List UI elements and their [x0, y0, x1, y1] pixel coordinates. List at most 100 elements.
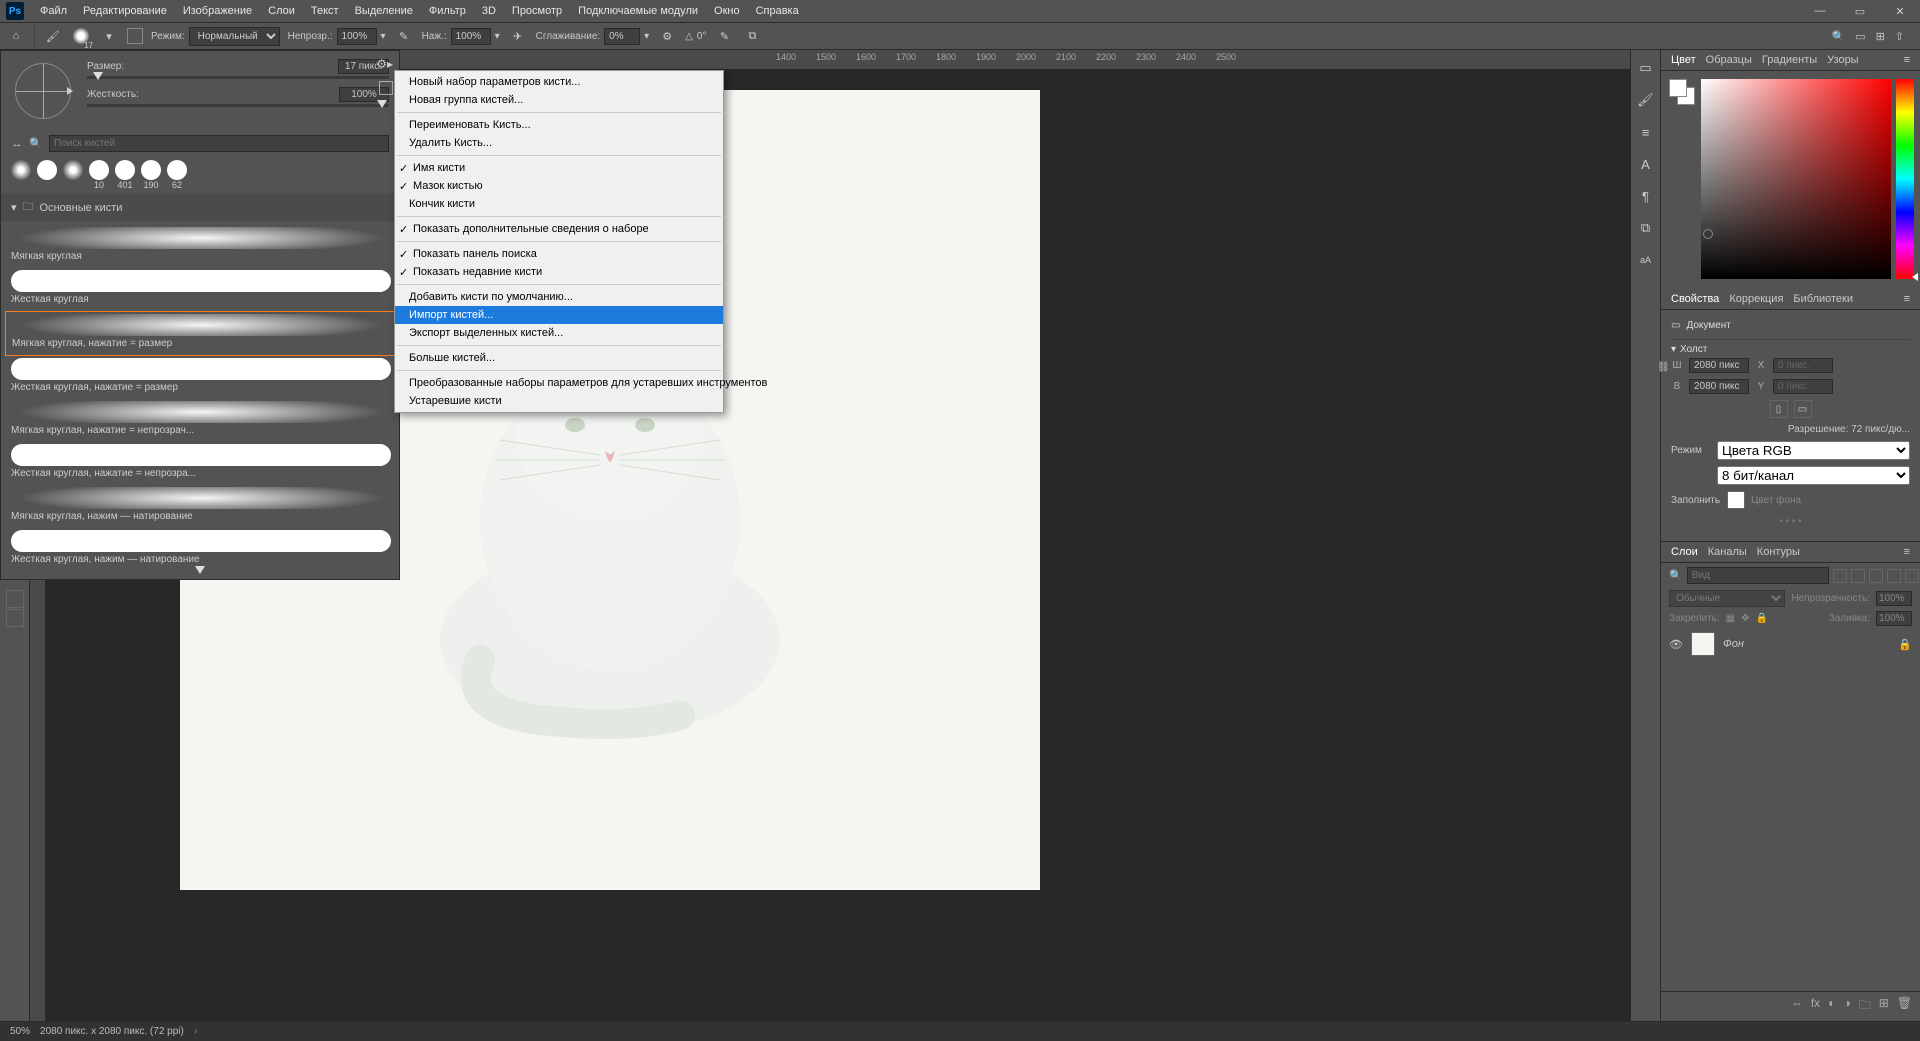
brush-tip[interactable]	[11, 160, 31, 190]
brush-item[interactable]: Мягкая круглая, нажим — натирование	[5, 485, 395, 528]
menu-item[interactable]: Новая группа кистей...	[395, 91, 723, 109]
filter-pixel-icon[interactable]	[1833, 569, 1847, 583]
foreground-color-swatch[interactable]	[1669, 79, 1687, 97]
opacity-input[interactable]	[337, 28, 377, 45]
brush-settings-icon[interactable]: 🖌	[1636, 90, 1656, 110]
brush-tip[interactable]	[63, 160, 83, 190]
brush-tip[interactable]: 401	[115, 160, 135, 190]
adjustment-layer-icon[interactable]: ◑	[1843, 996, 1850, 1017]
share-icon[interactable]: ⇧	[1895, 30, 1904, 43]
menu-image[interactable]: Изображение	[175, 5, 260, 17]
brush-preset-dropdown[interactable]: 17	[71, 26, 91, 46]
menu-view[interactable]: Просмотр	[504, 5, 570, 17]
tab-patterns[interactable]: Узоры	[1827, 54, 1858, 66]
menu-item[interactable]: Показать панель поиска	[395, 245, 723, 263]
brush-size-slider[interactable]	[87, 76, 389, 79]
color-mode-select[interactable]: Цвета RGB	[1717, 441, 1910, 460]
brush-thumbnail-slider[interactable]	[1, 565, 399, 575]
tab-layers[interactable]: Слои	[1671, 546, 1698, 558]
color-field[interactable]	[1701, 79, 1891, 279]
filter-text-icon[interactable]	[1869, 569, 1883, 583]
brush-folder-header[interactable]: ▾ 🗀 Основные кисти	[1, 194, 399, 221]
menu-item[interactable]: Экспорт выделенных кистей...	[395, 324, 723, 342]
tab-color[interactable]: Цвет	[1671, 54, 1696, 66]
menu-plugins[interactable]: Подключаемые модули	[570, 5, 706, 17]
workspace-icon[interactable]: ▭	[1855, 30, 1865, 43]
menu-item[interactable]: Показать недавние кисти	[395, 263, 723, 281]
menu-item[interactable]: Добавить кисти по умолчанию...	[395, 288, 723, 306]
window-maximize-icon[interactable]: ▭	[1840, 0, 1880, 22]
fill-swatch[interactable]	[1727, 491, 1745, 509]
brush-item[interactable]: Жесткая круглая, нажатие = непрозра...	[5, 442, 395, 485]
tab-adjustments[interactable]: Коррекция	[1729, 293, 1783, 305]
menu-item[interactable]: Переименовать Кисть...	[395, 116, 723, 134]
more-props-icon[interactable]: • • • •	[1671, 512, 1910, 531]
menu-edit[interactable]: Редактирование	[75, 5, 175, 17]
filter-adjust-icon[interactable]	[1851, 569, 1865, 583]
tab-paths[interactable]: Контуры	[1757, 546, 1800, 558]
menu-text[interactable]: Текст	[303, 5, 347, 17]
blend-mode-select[interactable]: Обычные	[1669, 590, 1785, 607]
smoothing-dropdown-icon[interactable]: ▾	[644, 31, 649, 42]
home-icon[interactable]: ⌂	[6, 26, 26, 46]
lock-icon[interactable]: 🔒	[1898, 638, 1912, 651]
brush-item[interactable]: Мягкая круглая	[5, 225, 395, 268]
delete-layer-icon[interactable]: 🗑	[1897, 996, 1912, 1017]
layer-thumbnail[interactable]	[1691, 632, 1715, 656]
brush-settings-toggle-icon[interactable]: ▾	[99, 26, 119, 46]
menu-window[interactable]: Окно	[706, 5, 748, 17]
brush-panel-gear-icon[interactable]: ⚙▸	[376, 57, 393, 71]
new-group-icon[interactable]: 🗀	[1859, 996, 1871, 1017]
menu-layers[interactable]: Слои	[260, 5, 303, 17]
pressure-opacity-icon[interactable]: ✎	[394, 26, 414, 46]
menu-item[interactable]: Больше кистей...	[395, 349, 723, 367]
brush-item[interactable]: Мягкая круглая, нажатие = размер	[5, 311, 395, 356]
layer-row[interactable]: 👁 Фон 🔒	[1661, 628, 1920, 660]
document-dims[interactable]: 2080 пикс. x 2080 пикс. (72 ppi)	[40, 1026, 184, 1037]
opacity-dropdown-icon[interactable]: ▾	[381, 31, 386, 42]
window-minimize-icon[interactable]: —	[1800, 0, 1840, 22]
layer-style-icon[interactable]: fx	[1811, 996, 1820, 1017]
panel-menu-icon[interactable]: ≡	[1904, 546, 1910, 558]
bit-depth-select[interactable]: 8 бит/канал	[1717, 466, 1910, 485]
character-icon[interactable]: A	[1636, 154, 1656, 174]
brush-panel-icon[interactable]	[127, 28, 143, 44]
paragraph-icon[interactable]: ¶	[1636, 186, 1656, 206]
brush-item[interactable]: Жесткая круглая	[5, 268, 395, 311]
brush-tip[interactable]: 190	[141, 160, 161, 190]
menu-item[interactable]: Преобразованные наборы параметров для ус…	[395, 374, 723, 392]
brush-hardness-slider[interactable]	[87, 104, 389, 107]
flow-dropdown-icon[interactable]: ▾	[495, 31, 500, 42]
link-layers-icon[interactable]: ⇔	[1791, 996, 1803, 1017]
angle-value[interactable]: 0°	[697, 31, 707, 42]
window-close-icon[interactable]: ✕	[1880, 0, 1920, 22]
layer-filter-input[interactable]	[1687, 567, 1829, 584]
menu-item[interactable]: Показать дополнительные сведения о набор…	[395, 220, 723, 238]
menu-item[interactable]: Имя кисти	[395, 159, 723, 177]
hue-slider[interactable]	[1896, 79, 1914, 279]
menu-item[interactable]: Мазок кистью	[395, 177, 723, 195]
menu-3d[interactable]: 3D	[474, 5, 504, 17]
width-value[interactable]: 2080 пикс	[1689, 358, 1749, 373]
brush-tool-icon[interactable]: 🖌	[43, 26, 63, 46]
menu-item[interactable]: Импорт кистей...	[395, 306, 723, 324]
search-icon[interactable]: 🔍	[1831, 30, 1845, 43]
mode-select[interactable]: Нормальный	[189, 27, 280, 46]
flow-input[interactable]	[451, 28, 491, 45]
layer-opacity-input[interactable]	[1876, 591, 1912, 606]
layer-name[interactable]: Фон	[1723, 638, 1744, 650]
new-layer-icon[interactable]: ⊞	[1879, 996, 1889, 1017]
brush-tip[interactable]: 10	[89, 160, 109, 190]
arrange-icon[interactable]: ⊞	[1876, 30, 1885, 43]
link-wh-icon[interactable]: ⛓	[1657, 362, 1670, 373]
airbrush-icon[interactable]: ✈	[508, 26, 528, 46]
brush-tip[interactable]	[37, 160, 57, 190]
brush-item[interactable]: Мягкая круглая, нажатие = непрозрач...	[5, 399, 395, 442]
tab-gradients[interactable]: Градиенты	[1762, 54, 1817, 66]
layer-fill-input[interactable]	[1876, 611, 1912, 626]
symmetry-icon[interactable]: ⧉	[742, 26, 762, 46]
lock-pixels-icon[interactable]: ▦	[1726, 613, 1735, 624]
brush-search-input[interactable]	[49, 135, 389, 152]
orient-landscape-icon[interactable]: ▭	[1794, 400, 1812, 418]
status-chevron-icon[interactable]: ›	[194, 1026, 197, 1037]
